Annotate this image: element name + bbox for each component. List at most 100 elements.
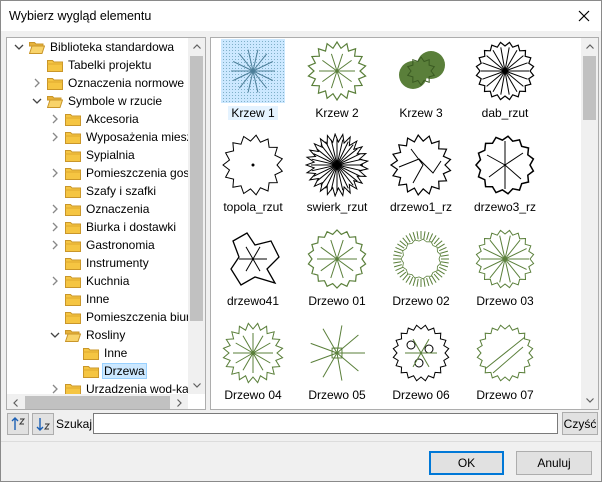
close-button[interactable] <box>567 1 601 31</box>
gallery-tile[interactable]: dab_rzut <box>465 39 545 125</box>
chevron-right-icon[interactable] <box>51 114 59 124</box>
ok-button[interactable]: OK <box>429 451 504 475</box>
tile-caption: dab_rzut <box>481 106 529 120</box>
gallery-tile[interactable]: Krzew 2 <box>297 39 377 125</box>
sort-descending-button[interactable] <box>32 413 54 435</box>
tree-item[interactable]: Biblioteka standardowa <box>13 38 176 56</box>
chevron-right-icon[interactable] <box>51 222 59 232</box>
tree-expander[interactable] <box>67 365 79 377</box>
tree-expander[interactable] <box>49 329 61 341</box>
tile-caption: Drzewo 02 <box>392 294 450 308</box>
scroll-down-button[interactable] <box>188 377 205 394</box>
symbol-gallery[interactable]: Krzew 1 Krzew 2 Krzew 3 dab_rzut topola_rzut… <box>210 37 599 410</box>
scroll-right-button[interactable] <box>171 394 188 409</box>
tree-item[interactable]: Wyposażenia miesz <box>49 128 195 146</box>
tree-item[interactable]: Sypialnia <box>49 146 137 164</box>
hscroll-thumb[interactable] <box>25 396 170 409</box>
tree-item[interactable]: Inne <box>49 290 111 308</box>
tree-item[interactable]: Kuchnia <box>49 272 131 290</box>
tree-item-label: Gastronomia <box>86 238 155 252</box>
tree-expander[interactable] <box>49 293 61 305</box>
gallery-tile[interactable]: Drzewo 01 <box>297 227 377 313</box>
tree-expander[interactable] <box>49 275 61 287</box>
chevron-down-icon[interactable] <box>50 331 60 339</box>
tree-expander[interactable] <box>13 41 25 53</box>
clear-search-button[interactable]: Czyść <box>562 412 598 435</box>
gallery-tile[interactable]: Krzew 3 <box>381 39 461 125</box>
chevron-down-icon[interactable] <box>32 97 42 105</box>
tree-item[interactable]: Akcesoria <box>49 110 141 128</box>
chevron-right-icon[interactable] <box>51 204 59 214</box>
tree-item-label: Pomieszczenia gos... <box>86 166 200 180</box>
tree-item[interactable]: Pomieszczenia gos... <box>49 164 201 182</box>
tree-item[interactable]: Gastronomia <box>49 236 157 254</box>
tree-expander[interactable] <box>49 113 61 125</box>
gallery-tile[interactable]: Krzew 1 <box>213 39 293 125</box>
gallery-tile-label: Krzew 2 <box>297 106 377 120</box>
tree-item[interactable]: Oznaczenia <box>49 200 151 218</box>
tree-expander[interactable] <box>49 257 61 269</box>
gallery-tile[interactable]: Drzewo 03 <box>465 227 545 313</box>
tree-expander[interactable] <box>31 59 43 71</box>
scroll-up-button[interactable] <box>581 38 598 55</box>
tree-item[interactable]: Drzewa <box>67 362 147 380</box>
spruce-plan-icon <box>305 133 369 197</box>
tree-expander[interactable] <box>49 221 61 233</box>
chevron-down-icon <box>192 383 201 388</box>
tree-expander[interactable] <box>31 77 43 89</box>
tree-item[interactable]: Oznaczenia normowe <box>31 74 186 92</box>
chevron-right-icon[interactable] <box>51 240 59 250</box>
tree-item[interactable]: Tabelki projektu <box>31 56 153 74</box>
scroll-left-button[interactable] <box>7 394 24 409</box>
search-input[interactable] <box>93 413 558 434</box>
tree-expander[interactable] <box>49 203 61 215</box>
tile-caption: Drzewo 05 <box>308 388 366 402</box>
tree-expander[interactable] <box>49 185 61 197</box>
gallery-tile[interactable]: swierk_rzut <box>297 133 377 219</box>
tree-item[interactable]: Inne <box>67 344 129 362</box>
category-tree[interactable]: Biblioteka standardowa Tabelki projektu Oz… <box>6 37 206 410</box>
chevron-right-icon[interactable] <box>51 384 59 394</box>
tree-horizontal-scrollbar[interactable] <box>7 394 188 409</box>
scroll-thumb[interactable] <box>583 56 596 120</box>
gallery-tile[interactable]: Drzewo 06 <box>381 321 461 407</box>
folder-icon <box>65 166 81 180</box>
gallery-tile[interactable]: topola_rzut <box>213 133 293 219</box>
scroll-up-button[interactable] <box>188 38 205 55</box>
chevron-right-icon[interactable] <box>51 276 59 286</box>
chevron-right-icon[interactable] <box>33 78 41 88</box>
gallery-tile[interactable]: Drzewo 07 <box>465 321 545 407</box>
tree-expander[interactable] <box>49 311 61 323</box>
gallery-vertical-scrollbar[interactable] <box>581 38 598 409</box>
tree-item[interactable]: Instrumenty <box>49 254 151 272</box>
tree-vertical-scrollbar[interactable] <box>188 38 205 394</box>
sort-descending-icon <box>36 418 51 431</box>
gallery-tile[interactable]: Drzewo 02 <box>381 227 461 313</box>
tree-expander[interactable] <box>67 347 79 359</box>
tree-item[interactable]: Rosliny <box>49 326 127 344</box>
tree-item[interactable]: Szafy i szafki <box>49 182 158 200</box>
tree-expander[interactable] <box>31 95 43 107</box>
tree-expander[interactable] <box>49 239 61 251</box>
sort-ascending-button[interactable] <box>7 413 29 435</box>
tree-item[interactable]: Pomieszczenia biur <box>49 308 192 326</box>
chevron-right-icon[interactable] <box>51 132 59 142</box>
gallery-tile[interactable]: drzewo3_rz <box>465 133 545 219</box>
gallery-tile-label: Drzewo 04 <box>213 388 293 402</box>
tree-item[interactable]: Biurka i dostawki <box>49 218 178 236</box>
tile-caption: drzewo3_rz <box>473 200 537 214</box>
chevron-down-icon[interactable] <box>14 43 24 51</box>
tree-expander[interactable] <box>49 149 61 161</box>
tree-expander[interactable] <box>49 131 61 143</box>
scroll-thumb[interactable] <box>190 56 203 321</box>
tree-expander[interactable] <box>49 167 61 179</box>
gallery-tile[interactable]: Drzewo 05 <box>297 321 377 407</box>
cancel-button[interactable]: Anuluj <box>516 451 592 475</box>
tree-item[interactable]: Symbole w rzucie <box>31 92 164 110</box>
gallery-tile[interactable]: drzewo1_rz <box>381 133 461 219</box>
chevron-right-icon[interactable] <box>51 168 59 178</box>
gallery-tile[interactable]: drzewo41 <box>213 227 293 313</box>
gallery-tile[interactable]: Drzewo 04 <box>213 321 293 407</box>
scroll-down-button[interactable] <box>581 392 598 409</box>
poplar-plan-icon <box>222 134 284 196</box>
